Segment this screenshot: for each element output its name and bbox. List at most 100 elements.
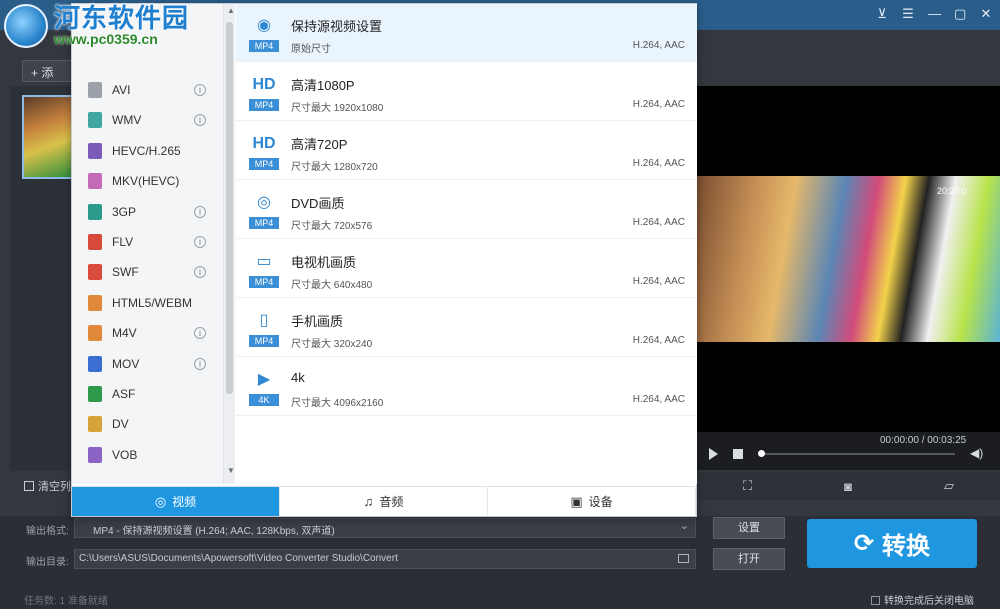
maximize-icon[interactable]: ▢ bbox=[954, 6, 966, 22]
format-label: FLV bbox=[112, 235, 134, 249]
format-item-flv[interactable]: FLV i bbox=[72, 227, 222, 257]
format-item-vob[interactable]: VOB bbox=[72, 440, 222, 470]
preset-resolution: 尺寸最大 640x480 bbox=[291, 280, 373, 291]
watermark-logo-icon bbox=[4, 4, 48, 48]
minimize-icon[interactable]: — bbox=[928, 6, 941, 22]
format-item-wmv[interactable]: WMV i bbox=[72, 105, 222, 135]
format-item-m4v[interactable]: M4V i bbox=[72, 318, 222, 348]
info-icon[interactable]: i bbox=[194, 84, 206, 96]
format-item-mkv-hevc-[interactable]: MKV(HEVC) bbox=[72, 166, 222, 196]
preset-format-icon: ▶ 4K bbox=[249, 368, 279, 406]
preset-codec: H.264, AAC bbox=[632, 99, 685, 110]
window-controls: ⊻ ☰ — ▢ ✕ bbox=[876, 6, 992, 22]
preset-item[interactable]: ▭ MP4 电视机画质 尺寸最大 640x480 H.264, AAC bbox=[236, 240, 697, 298]
video-overlay-text: 20:29:0 bbox=[937, 186, 968, 196]
format-label: AVI bbox=[112, 83, 131, 97]
volume-icon[interactable]: ◀) bbox=[970, 446, 983, 460]
format-file-icon bbox=[88, 416, 102, 433]
preset-container-tag: MP4 bbox=[249, 335, 279, 347]
status-text: 任务数: 1 准备就绪 bbox=[24, 596, 108, 607]
stop-icon[interactable] bbox=[733, 449, 743, 459]
tab-device[interactable]: ▣ 设备 bbox=[488, 487, 696, 516]
preset-list: ◉ MP4 保持源视频设置 原始尺寸 H.264, AAC HD MP4 高清1080P 尺寸最… bbox=[236, 4, 697, 484]
format-item-swf[interactable]: SWF i bbox=[72, 257, 222, 287]
info-icon[interactable]: i bbox=[194, 205, 206, 218]
play-icon[interactable] bbox=[709, 448, 718, 460]
format-file-icon bbox=[88, 325, 102, 342]
output-dir-value: C:\Users\ASUS\Documents\Apowersoft\Video… bbox=[79, 553, 398, 564]
info-icon[interactable]: i bbox=[194, 266, 206, 279]
preset-format-icon: ▯ MP4 bbox=[249, 309, 279, 347]
preview-toolbar: ⛶ ◙ ▱ bbox=[697, 472, 1000, 500]
open-folder-icon[interactable]: ▱ bbox=[944, 478, 954, 494]
output-format-value: MP4 - 保持源视频设置 (H.264; AAC, 128Kbps, 双声道) bbox=[93, 526, 335, 537]
folder-icon[interactable] bbox=[678, 554, 689, 563]
clear-list-button[interactable]: 清空列 bbox=[24, 478, 71, 494]
output-dir-field[interactable]: C:\Users\ASUS\Documents\Apowersoft\Video… bbox=[74, 549, 696, 569]
format-file-icon bbox=[88, 294, 102, 311]
format-label: MOV bbox=[112, 356, 140, 371]
convert-button[interactable]: ⟳ 转换 bbox=[807, 519, 977, 568]
preset-item[interactable]: HD MP4 高清1080P 尺寸最大 1920x1080 H.264, AAC bbox=[236, 63, 697, 121]
format-file-icon bbox=[88, 355, 102, 372]
add-file-button[interactable]: + 添 bbox=[22, 60, 78, 82]
info-icon[interactable]: i bbox=[194, 327, 206, 340]
menu-icon[interactable]: ☰ bbox=[902, 6, 914, 22]
refresh-icon: ⟳ bbox=[853, 530, 875, 557]
info-icon[interactable]: i bbox=[194, 114, 206, 127]
format-label: M4V bbox=[112, 326, 137, 341]
format-label: HTML5/WEBM bbox=[112, 295, 193, 310]
scrollbar-thumb[interactable] bbox=[226, 22, 233, 394]
output-format-select[interactable]: MP4 - 保持源视频设置 (H.264; AAC, 128Kbps, 双声道)… bbox=[74, 518, 696, 538]
scroll-up-icon[interactable]: ▲ bbox=[227, 6, 235, 15]
convert-label: 转换 bbox=[882, 533, 931, 560]
snapshot-icon[interactable]: ◙ bbox=[844, 479, 852, 494]
format-item-html5-webm[interactable]: HTML5/WEBM bbox=[72, 288, 222, 318]
format-item-dv[interactable]: DV bbox=[72, 409, 222, 439]
format-item-hevc-h-265[interactable]: HEVC/H.265 bbox=[72, 136, 222, 166]
seek-bar[interactable] bbox=[760, 453, 955, 455]
cart-icon[interactable]: ⊻ bbox=[876, 6, 888, 22]
preset-container-tag: MP4 bbox=[249, 217, 279, 229]
info-icon[interactable]: i bbox=[194, 357, 206, 370]
preset-item[interactable]: ◎ MP4 DVD画质 尺寸最大 720x576 H.264, AAC bbox=[236, 181, 697, 239]
shutdown-option[interactable]: 转换完成后关闭电脑 bbox=[871, 592, 974, 607]
preset-glyph-icon: HD bbox=[252, 76, 276, 93]
crop-icon[interactable]: ⛶ bbox=[743, 478, 752, 494]
tab-audio[interactable]: ♫ 音频 bbox=[280, 487, 488, 516]
preset-item[interactable]: ◉ MP4 保持源视频设置 原始尺寸 H.264, AAC bbox=[236, 4, 697, 62]
open-button[interactable]: 打开 bbox=[713, 548, 785, 570]
watermark: 河东软件园 www.pc0359.cn bbox=[4, 4, 189, 48]
format-item-mov[interactable]: MOV i bbox=[72, 349, 222, 379]
preset-item[interactable]: HD MP4 高清720P 尺寸最大 1280x720 H.264, AAC bbox=[236, 122, 697, 180]
preset-codec: H.264, AAC bbox=[632, 217, 685, 228]
format-item-avi[interactable]: AVI i bbox=[72, 75, 222, 105]
format-category-list: AVI i WMV i HEVC/H.265 MKV(HEVC) 3GP i FLV i SWF i H… bbox=[72, 4, 224, 484]
preset-codec: H.264, AAC bbox=[632, 394, 685, 405]
preset-item[interactable]: ▶ 4K 4k 尺寸最大 4096x2160 H.264, AAC bbox=[236, 358, 697, 416]
shutdown-checkbox[interactable] bbox=[871, 596, 880, 605]
preset-item[interactable]: ▯ MP4 手机画质 尺寸最大 320x240 H.264, AAC bbox=[236, 299, 697, 357]
watermark-url: www.pc0359.cn bbox=[54, 31, 158, 48]
scroll-down-icon[interactable]: ▼ bbox=[227, 466, 235, 475]
format-item-asf[interactable]: ASF bbox=[72, 379, 222, 409]
info-icon[interactable]: i bbox=[194, 236, 206, 248]
shutdown-label: 转换完成后关闭电脑 bbox=[884, 596, 974, 607]
preset-container-tag: MP4 bbox=[249, 99, 279, 111]
format-label: WMV bbox=[112, 113, 142, 128]
format-item-3gp[interactable]: 3GP i bbox=[72, 197, 222, 227]
format-label: ASF bbox=[112, 387, 136, 401]
tab-label: 设备 bbox=[588, 495, 613, 509]
preset-glyph-icon: HD bbox=[252, 135, 276, 152]
preset-resolution: 尺寸最大 4096x2160 bbox=[291, 398, 384, 409]
format-label: 3GP bbox=[112, 204, 137, 219]
video-thumbnail[interactable] bbox=[22, 95, 76, 179]
preset-format-icon: HD MP4 bbox=[249, 132, 279, 170]
preset-glyph-icon: ◉ bbox=[257, 17, 271, 34]
clear-icon bbox=[24, 481, 34, 491]
settings-button[interactable]: 设置 bbox=[713, 517, 785, 539]
seek-handle[interactable] bbox=[758, 450, 765, 457]
close-icon[interactable]: ✕ bbox=[980, 6, 992, 22]
tab-video[interactable]: ◎ 视频 bbox=[72, 487, 280, 516]
device-icon: ▣ bbox=[570, 493, 583, 509]
